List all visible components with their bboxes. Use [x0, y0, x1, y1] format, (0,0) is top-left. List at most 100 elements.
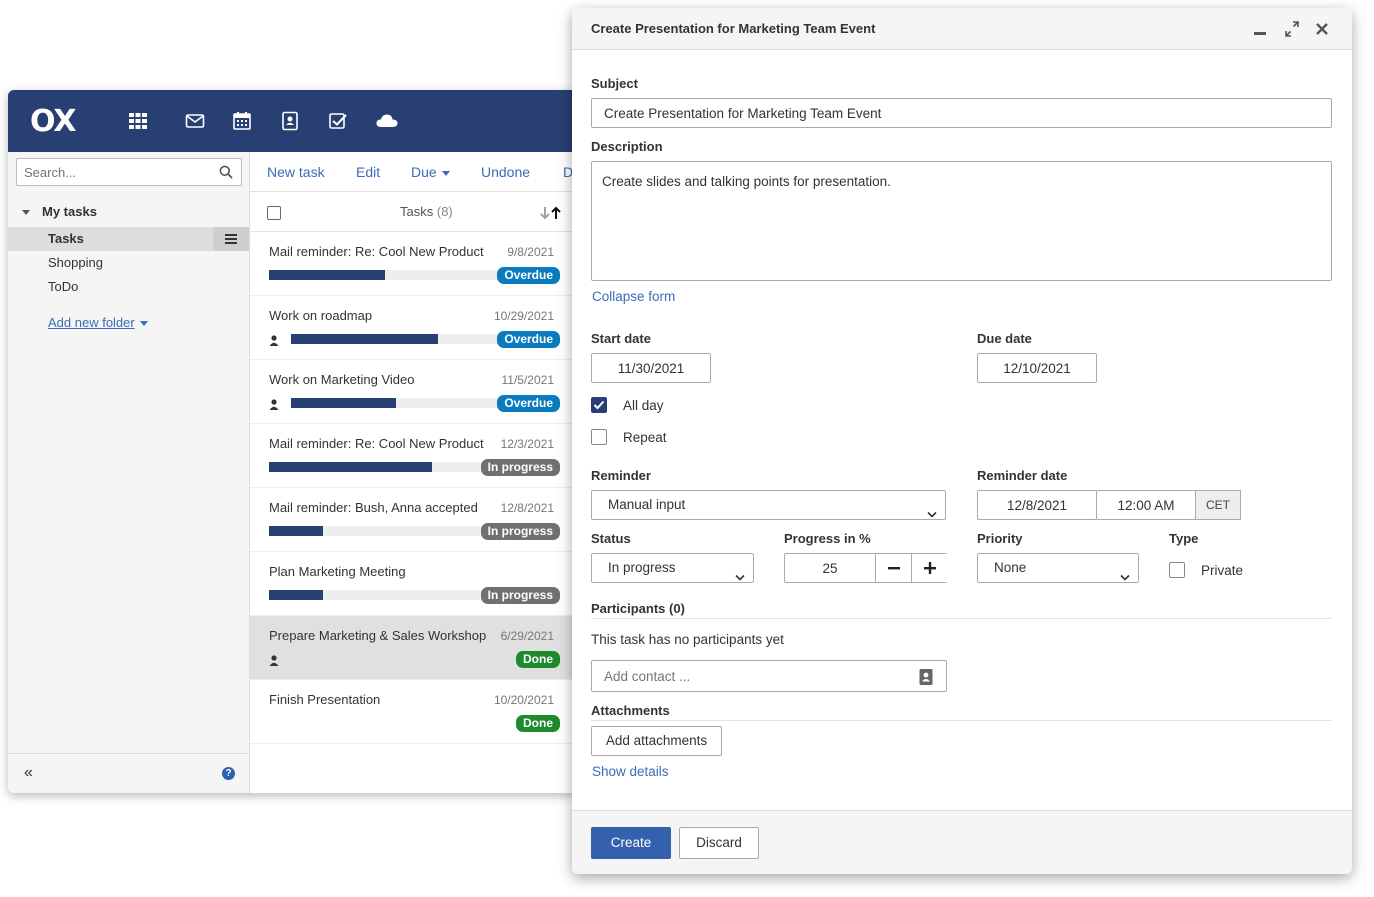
folder-item-tasks[interactable]: Tasks [8, 227, 249, 251]
search-input[interactable] [17, 159, 197, 185]
calendar-icon[interactable] [231, 110, 253, 132]
progress-fill [269, 526, 324, 536]
subject-field[interactable] [591, 98, 1332, 128]
mail-icon[interactable] [184, 110, 206, 132]
task-row[interactable]: Prepare Marketing & Sales Workshop 6/29/2… [250, 616, 578, 680]
task-name: Work on Marketing Video [269, 372, 415, 387]
increase-button[interactable] [911, 554, 947, 582]
reminder-date-input[interactable] [978, 491, 1096, 519]
task-row[interactable]: Work on Marketing Video 11/5/2021 Overdue [250, 360, 578, 424]
type-label: Type [1169, 531, 1199, 546]
timezone-addon[interactable]: CET [1195, 490, 1241, 520]
private-checkbox[interactable] [1169, 562, 1185, 578]
reminder-time-field[interactable] [1096, 490, 1196, 520]
task-name: Plan Marketing Meeting [269, 564, 406, 579]
folder-menu-button[interactable] [213, 227, 249, 251]
folder-item-shopping[interactable]: Shopping [8, 251, 249, 275]
add-attachments-button[interactable]: Add attachments [591, 726, 722, 756]
task-row[interactable]: Mail reminder: Re: Cool New Product 9/8/2… [250, 232, 578, 296]
start-date-field[interactable] [591, 353, 711, 383]
due-date-input[interactable] [978, 354, 1096, 382]
no-participants-text: This task has no participants yet [591, 632, 784, 647]
address-book-icon[interactable] [279, 110, 301, 132]
caret-down-icon[interactable] [22, 210, 30, 216]
app-window: OX My [8, 90, 578, 793]
expand-icon[interactable] [1284, 20, 1300, 41]
participants-label: Participants (0) [591, 601, 685, 616]
collapse-form-link[interactable]: Collapse form [592, 289, 675, 304]
folder-label: Tasks [48, 231, 84, 246]
create-task-dialog: Create Presentation for Marketing Team E… [572, 8, 1352, 874]
all-day-checkbox[interactable] [591, 397, 607, 413]
cloud-drive-icon[interactable] [375, 110, 398, 132]
priority-label: Priority [977, 531, 1023, 546]
due-dropdown[interactable]: Due [411, 164, 450, 180]
subject-input[interactable] [592, 99, 1331, 127]
add-new-folder-link[interactable]: Add new folder [48, 315, 148, 330]
progress-bar [269, 590, 486, 600]
decrease-button[interactable] [875, 554, 911, 582]
task-row[interactable]: Finish Presentation 10/20/2021 Done [250, 680, 578, 744]
undone-button[interactable]: Undone [481, 164, 530, 180]
folder-item-todo[interactable]: ToDo [8, 275, 249, 299]
add-contact-input[interactable] [592, 661, 902, 691]
progress-fill [269, 590, 324, 600]
search-icon[interactable] [219, 165, 233, 182]
task-row[interactable]: Mail reminder: Bush, Anna accepted 12/8/2… [250, 488, 578, 552]
chevron-down-icon [1120, 564, 1130, 592]
description-field[interactable]: Create slides and talking points for pre… [591, 161, 1332, 281]
task-list-header: Tasks (8) [250, 192, 578, 232]
progress-bar [269, 526, 486, 536]
caret-down-icon [139, 321, 148, 327]
add-contact-field[interactable] [591, 660, 947, 692]
collapse-sidebar-icon[interactable]: « [24, 764, 33, 782]
task-name: Mail reminder: Bush, Anna accepted [269, 500, 478, 515]
help-icon[interactable]: ? [222, 767, 235, 780]
task-date: 11/5/2021 [501, 373, 555, 387]
status-badge: Overdue [497, 395, 560, 412]
reminder-date-field[interactable] [977, 490, 1097, 520]
discard-button[interactable]: Discard [679, 827, 759, 859]
new-task-button[interactable]: New task [267, 164, 325, 180]
select-all-checkbox[interactable] [267, 206, 281, 220]
status-badge: Done [516, 651, 560, 668]
task-row[interactable]: Mail reminder: Re: Cool New Product 12/3/… [250, 424, 578, 488]
status-select[interactable]: In progress [591, 553, 754, 583]
priority-select[interactable]: None [977, 553, 1139, 583]
caret-down-icon [441, 170, 450, 176]
task-list-title: Tasks (8) [400, 204, 453, 219]
task-date: 9/8/2021 [507, 245, 554, 259]
priority-value: None [994, 560, 1027, 575]
progress-fill [269, 462, 432, 472]
due-date-field[interactable] [977, 353, 1097, 383]
dialog-header: Create Presentation for Marketing Team E… [572, 8, 1352, 50]
add-folder-label: Add new folder [48, 315, 135, 330]
due-label: Due [411, 164, 437, 180]
repeat-checkbox[interactable] [591, 429, 607, 445]
reminder-select[interactable]: Manual input [591, 490, 946, 520]
ox-logo: OX [30, 104, 77, 139]
search-box[interactable] [16, 158, 242, 186]
edit-button[interactable]: Edit [356, 164, 380, 180]
close-icon[interactable] [1314, 20, 1330, 41]
task-row[interactable]: Work on roadmap 10/29/2021 Overdue [250, 296, 578, 360]
folder-tree-my-tasks[interactable]: My tasks [22, 204, 97, 219]
sort-icon[interactable] [538, 206, 564, 223]
show-details-link[interactable]: Show details [592, 764, 669, 779]
reminder-value: Manual input [608, 497, 686, 512]
task-date: 12/8/2021 [500, 501, 554, 515]
progress-stepper[interactable] [784, 553, 947, 583]
reminder-time-input[interactable] [1097, 491, 1195, 519]
task-name: Prepare Marketing & Sales Workshop [269, 628, 487, 643]
description-textarea[interactable]: Create slides and talking points for pre… [592, 162, 1331, 280]
task-row[interactable]: Plan Marketing Meeting In progress [250, 552, 578, 616]
task-date: 10/20/2021 [493, 693, 554, 707]
start-date-input[interactable] [592, 354, 710, 382]
app-launcher-icon[interactable] [127, 110, 149, 132]
tasks-icon[interactable] [327, 110, 349, 132]
address-book-icon[interactable] [918, 668, 934, 689]
minimize-icon[interactable] [1252, 20, 1268, 41]
create-button[interactable]: Create [591, 827, 671, 859]
sidebar-footer: « ? [8, 753, 249, 793]
progress-input[interactable] [785, 554, 875, 582]
